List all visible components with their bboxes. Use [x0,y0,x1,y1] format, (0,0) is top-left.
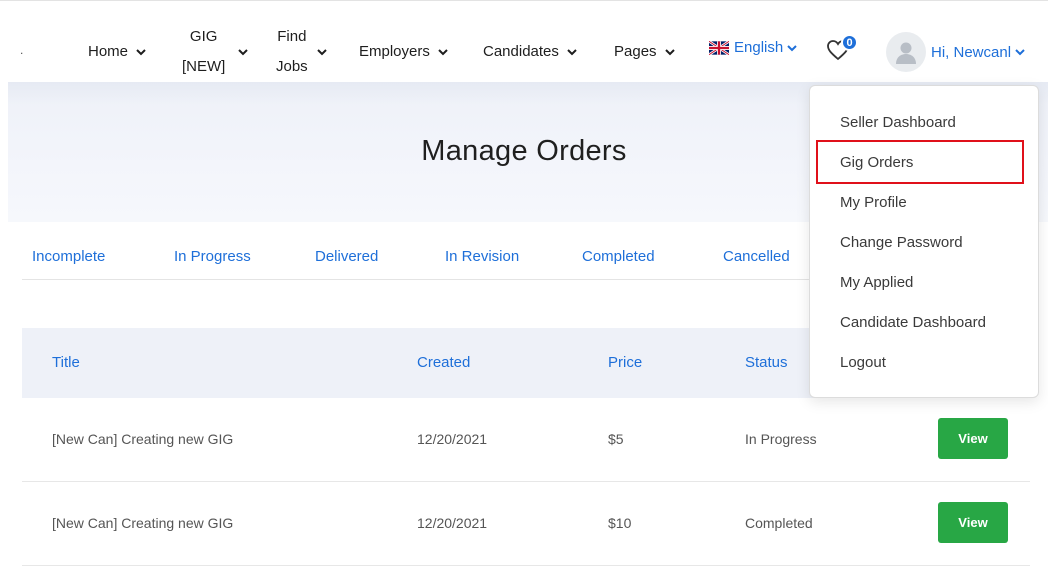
nav-pages[interactable]: Pages [614,37,676,67]
order-created: 12/20/2021 [417,431,488,447]
tab-delivered[interactable]: Delivered [315,248,378,265]
menu-item-my-profile[interactable]: My Profile [840,194,907,211]
nav-find-jobs[interactable]: Find Jobs [276,22,328,82]
view-order-button[interactable]: View [938,418,1008,459]
order-status: Completed [745,515,813,531]
menu-item-change-password[interactable]: Change Password [840,234,963,251]
chevron-down-icon [135,46,147,58]
view-order-button[interactable]: View [938,502,1008,543]
user-avatar-icon [886,32,926,72]
top-navigation: . Home GIG [NEW] Find Jobs Employers Can… [0,0,1048,82]
column-header-created: Created [417,354,471,371]
nav-home[interactable]: Home [88,37,147,67]
order-created: 12/20/2021 [417,515,488,531]
user-menu-toggle[interactable]: Hi, Newcanl [886,32,1025,72]
nav-employers[interactable]: Employers [359,37,449,67]
nav-gig-label: GIG [NEW] [182,22,225,82]
language-label: English [734,39,784,56]
nav-gig[interactable]: GIG [NEW] [182,22,249,82]
wishlist-count-badge: 0 [841,34,858,51]
chevron-down-icon [787,44,797,52]
user-dropdown-menu: Seller Dashboard Gig Orders My Profile C… [809,85,1039,398]
nav-gig-label-line2: [NEW] [182,58,226,75]
menu-item-my-applied[interactable]: My Applied [840,274,913,291]
order-title: [New Can] Creating new GIG [52,515,234,531]
site-logo[interactable]: . [20,43,23,57]
nav-find-jobs-label-line2: Jobs [276,58,308,75]
uk-flag-icon [709,40,729,55]
menu-item-candidate-dashboard[interactable]: Candidate Dashboard [840,314,986,331]
nav-candidates[interactable]: Candidates [483,37,578,67]
chevron-down-icon [237,46,249,58]
order-price: $10 [608,515,632,531]
table-row: [New Can] Creating new GIG 12/20/2021 $1… [22,482,1030,566]
column-header-price: Price [608,354,643,371]
nav-home-label: Home [88,43,129,60]
order-status: In Progress [745,431,817,447]
menu-item-logout[interactable]: Logout [840,354,886,371]
tab-incomplete[interactable]: Incomplete [32,248,105,265]
menu-item-gig-orders[interactable]: Gig Orders [840,154,913,171]
chevron-down-icon [316,46,328,58]
nav-find-jobs-label-line1: Find [277,28,307,45]
chevron-down-icon [566,46,578,58]
table-row: [New Can] Creating new GIG 12/20/2021 $5… [22,398,1030,482]
language-selector[interactable]: English [709,39,797,56]
nav-candidates-label: Candidates [483,43,559,60]
column-header-status: Status [745,354,788,371]
nav-find-jobs-label: Find Jobs [276,22,308,82]
chevron-down-icon [664,46,676,58]
chevron-down-icon [437,46,449,58]
chevron-down-icon [1015,48,1025,56]
order-price: $5 [608,431,624,447]
nav-employers-label: Employers [359,43,430,60]
order-title: [New Can] Creating new GIG [52,431,234,447]
user-greeting: Hi, Newcanl [931,43,1012,61]
nav-pages-label: Pages [614,43,657,60]
nav-gig-label-line1: GIG [189,28,218,45]
tab-in-revision[interactable]: In Revision [445,248,519,265]
column-header-title: Title [52,354,80,371]
tab-in-progress[interactable]: In Progress [174,248,251,265]
menu-item-seller-dashboard[interactable]: Seller Dashboard [840,114,956,131]
tab-completed[interactable]: Completed [582,248,655,265]
tab-cancelled[interactable]: Cancelled [723,248,790,265]
